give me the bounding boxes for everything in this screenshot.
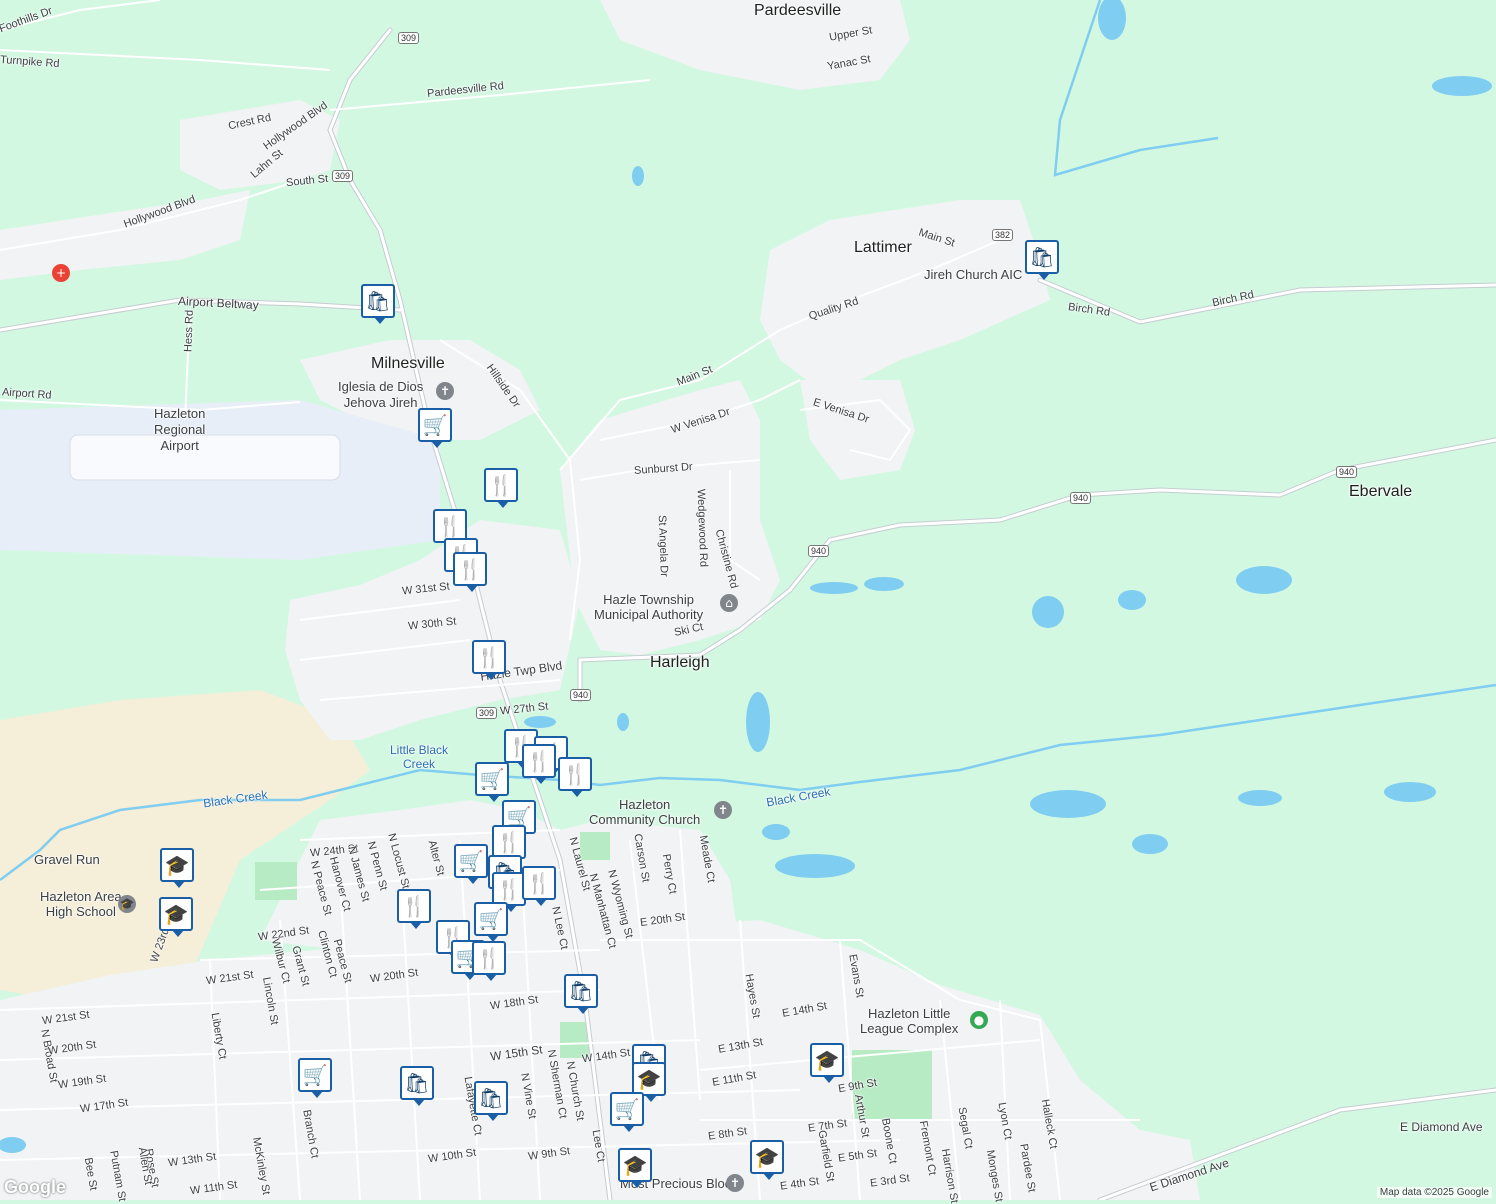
marker-glyph: 🍴 bbox=[437, 514, 463, 538]
marker-glyph: 🛒 bbox=[478, 907, 504, 931]
marker-glyph: 🛒 bbox=[614, 1097, 640, 1121]
school-icon[interactable]: 🎓 bbox=[159, 897, 193, 937]
map-canvas[interactable] bbox=[0, 0, 1496, 1200]
civic-building-icon[interactable]: ⌂ bbox=[720, 594, 738, 612]
sports-venue-icon[interactable]: ● bbox=[970, 1011, 988, 1029]
shopping-cart-icon[interactable]: 🛒 bbox=[474, 902, 508, 942]
restaurant-icon[interactable]: 🍴 bbox=[484, 468, 518, 508]
marker-glyph: 🎓 bbox=[163, 902, 189, 926]
marker-glyph: 🛒 bbox=[479, 767, 505, 791]
shopping-bag-icon[interactable]: 🛍 bbox=[1025, 240, 1059, 280]
marker-glyph: 🛒 bbox=[422, 413, 448, 437]
church-icon[interactable]: ✝ bbox=[436, 382, 454, 400]
marker-glyph: 🛍 bbox=[478, 1086, 504, 1110]
marker-glyph: 🛒 bbox=[458, 849, 484, 873]
shopping-cart-icon[interactable]: 🛒 bbox=[298, 1058, 332, 1098]
runway bbox=[69, 434, 341, 481]
route-309-shield: 309 bbox=[398, 32, 420, 44]
shopping-cart-icon[interactable]: 🛒 bbox=[475, 762, 509, 802]
marker-glyph: 🎓 bbox=[814, 1048, 840, 1072]
marker-glyph: 🍴 bbox=[496, 877, 522, 901]
restaurant-icon[interactable]: 🍴 bbox=[397, 889, 431, 929]
route-309-shield: 309 bbox=[476, 707, 498, 719]
marker-glyph: 🎓 bbox=[636, 1067, 662, 1091]
hospital-icon[interactable]: + bbox=[52, 264, 70, 282]
marker-glyph: 🍴 bbox=[526, 871, 552, 895]
marker-glyph: 🎓 bbox=[622, 1153, 648, 1177]
school-icon[interactable]: 🎓 bbox=[632, 1062, 666, 1102]
restaurant-icon[interactable]: 🍴 bbox=[492, 872, 526, 912]
marker-glyph: 🛍 bbox=[1029, 245, 1055, 269]
route-309-shield: 309 bbox=[332, 170, 354, 182]
restaurant-icon[interactable]: 🍴 bbox=[522, 866, 556, 906]
school-icon[interactable]: 🎓 bbox=[810, 1043, 844, 1083]
shopping-cart-icon[interactable]: 🛒 bbox=[454, 844, 488, 884]
school-icon[interactable]: 🎓 bbox=[160, 848, 194, 888]
marker-glyph: 🍴 bbox=[457, 557, 483, 581]
route-940-shield: 940 bbox=[1336, 466, 1358, 478]
school-circle-icon[interactable]: 🎓 bbox=[118, 895, 136, 913]
little-league-park bbox=[852, 1050, 932, 1120]
school-icon[interactable]: 🎓 bbox=[750, 1140, 784, 1180]
route-940-shield: 940 bbox=[570, 689, 592, 701]
marker-glyph: 🎓 bbox=[754, 1145, 780, 1169]
marker-glyph: 🍴 bbox=[526, 749, 552, 773]
route-940-shield: 940 bbox=[1070, 492, 1092, 504]
map-attribution[interactable]: Map data ©2025 Google bbox=[1376, 1187, 1492, 1198]
shopping-cart-icon[interactable]: 🛒 bbox=[610, 1092, 644, 1132]
google-logo[interactable]: Google bbox=[4, 1177, 66, 1198]
restaurant-icon[interactable]: 🍴 bbox=[472, 941, 506, 981]
shopping-bag-icon[interactable]: 🛍 bbox=[474, 1081, 508, 1121]
school-icon[interactable]: 🎓 bbox=[618, 1148, 652, 1188]
church-icon[interactable]: ✝ bbox=[714, 801, 732, 819]
marker-glyph: 🍴 bbox=[562, 762, 588, 786]
shopping-bag-icon[interactable]: 🛍 bbox=[400, 1066, 434, 1106]
marker-glyph: 🛒 bbox=[302, 1063, 328, 1087]
restaurant-icon[interactable]: 🍴 bbox=[472, 640, 506, 680]
park-2 bbox=[580, 832, 610, 860]
marker-glyph: 🍴 bbox=[488, 473, 514, 497]
shopping-cart-icon[interactable]: 🛒 bbox=[418, 408, 452, 448]
marker-glyph: 🎓 bbox=[164, 853, 190, 877]
marker-glyph: 🍴 bbox=[496, 830, 522, 854]
route-382-shield: 382 bbox=[992, 229, 1014, 241]
restaurant-icon[interactable]: 🍴 bbox=[492, 825, 526, 865]
restaurant-icon[interactable]: 🍴 bbox=[453, 552, 487, 592]
park-3 bbox=[255, 862, 297, 900]
marker-glyph: 🛍 bbox=[365, 289, 391, 313]
marker-glyph: 🍴 bbox=[476, 645, 502, 669]
marker-glyph: 🛍 bbox=[404, 1071, 430, 1095]
route-940-shield: 940 bbox=[808, 545, 830, 557]
marker-glyph: 🍴 bbox=[476, 946, 502, 970]
marker-glyph: 🍴 bbox=[401, 894, 427, 918]
marker-glyph: 🛒 bbox=[506, 805, 532, 829]
shopping-bag-icon[interactable]: 🛍 bbox=[361, 284, 395, 324]
marker-glyph: 🛍 bbox=[568, 979, 594, 1003]
restaurant-icon[interactable]: 🍴 bbox=[522, 744, 556, 784]
restaurant-icon[interactable]: 🍴 bbox=[558, 757, 592, 797]
park-1 bbox=[560, 1022, 590, 1058]
shopping-bag-icon[interactable]: 🛍 bbox=[564, 974, 598, 1014]
church-icon[interactable]: ✝ bbox=[726, 1174, 744, 1192]
